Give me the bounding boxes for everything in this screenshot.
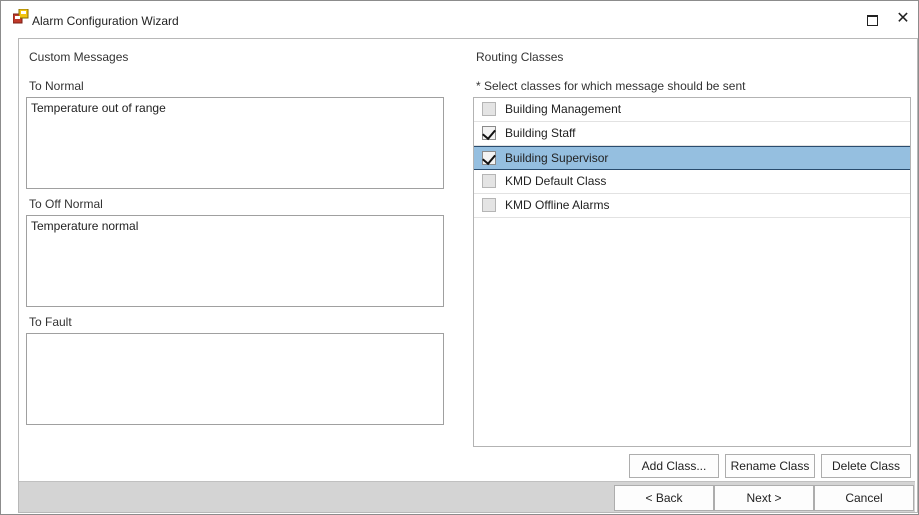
checkbox-building-management[interactable] (482, 102, 496, 116)
to-off-normal-label: To Off Normal (29, 197, 103, 211)
list-item-label: KMD Offline Alarms (505, 198, 610, 212)
checkbox-building-staff[interactable] (482, 125, 496, 141)
delete-class-button[interactable]: Delete Class (821, 454, 911, 478)
app-icon (13, 9, 29, 24)
to-fault-label: To Fault (29, 315, 72, 329)
maximize-icon (866, 15, 878, 26)
rename-class-button[interactable]: Rename Class (725, 454, 815, 478)
title-bar: Alarm Configuration Wizard ✕ (1, 1, 918, 34)
back-button[interactable]: < Back (614, 485, 714, 511)
list-item[interactable]: Building Management (474, 98, 910, 122)
to-normal-textbox[interactable]: Temperature out of range (26, 97, 444, 189)
checkbox-kmd-default-class[interactable] (482, 174, 496, 188)
next-button[interactable]: Next > (714, 485, 814, 511)
checkbox-building-supervisor[interactable] (482, 150, 496, 166)
close-icon: ✕ (896, 10, 910, 27)
routing-hint: * Select classes for which message shoul… (476, 79, 746, 93)
list-item[interactable]: Building Staff (474, 122, 910, 146)
wizard-footer: < Back Next > Cancel (19, 481, 915, 512)
routing-classes-list: Building Management Building Staff Build… (473, 97, 911, 447)
to-off-normal-textbox[interactable]: Temperature normal (26, 215, 444, 307)
window-title: Alarm Configuration Wizard (32, 14, 179, 28)
list-item[interactable]: KMD Default Class (474, 170, 910, 194)
to-normal-label: To Normal (29, 79, 84, 93)
maximize-button[interactable] (858, 7, 886, 31)
checkmark-icon (482, 150, 496, 166)
checkbox-kmd-offline-alarms[interactable] (482, 198, 496, 212)
list-item-label: KMD Default Class (505, 174, 607, 188)
checkmark-icon (482, 125, 496, 141)
add-class-button[interactable]: Add Class... (629, 454, 719, 478)
wizard-content: Custom Messages To Normal Temperature ou… (18, 38, 918, 513)
close-button[interactable]: ✕ (889, 7, 917, 31)
wizard-window: Alarm Configuration Wizard ✕ Custom Mess… (0, 0, 919, 515)
routing-classes-heading: Routing Classes (476, 50, 564, 64)
to-fault-textbox[interactable] (26, 333, 444, 425)
custom-messages-heading: Custom Messages (29, 50, 129, 64)
list-item-label: Building Supervisor (505, 151, 609, 165)
list-item-label: Building Staff (505, 126, 576, 140)
list-item-label: Building Management (505, 102, 622, 116)
list-item[interactable]: KMD Offline Alarms (474, 194, 910, 218)
cancel-button[interactable]: Cancel (814, 485, 914, 511)
list-item-selected[interactable]: Building Supervisor (474, 146, 910, 170)
